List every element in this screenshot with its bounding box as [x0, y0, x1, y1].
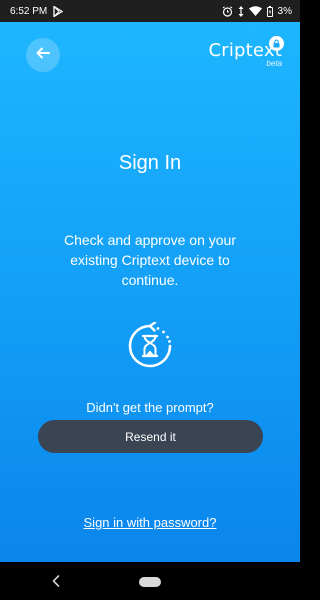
lock-icon	[269, 36, 284, 51]
page-title: Sign In	[118, 152, 182, 174]
prompt-question: Didn't get the prompt?	[86, 400, 214, 415]
battery-icon	[266, 5, 273, 17]
resend-button[interactable]: Resend it	[38, 420, 263, 453]
sign-in-with-password-link[interactable]: Sign in with password?	[0, 515, 300, 530]
wifi-icon	[248, 6, 262, 16]
battery-percent: 3%	[277, 5, 292, 17]
nav-back-icon[interactable]	[52, 574, 60, 592]
data-arrows-icon	[238, 5, 244, 17]
arrow-left-icon	[36, 46, 50, 64]
status-bar-left: 6:52 PM	[10, 5, 64, 17]
nav-home-pill[interactable]	[139, 577, 161, 587]
criptext-logo: Criptext beta	[208, 36, 284, 68]
back-button[interactable]	[26, 38, 60, 72]
navigation-bar	[0, 562, 300, 600]
status-bar-right: 3%	[222, 5, 292, 17]
status-time: 6:52 PM	[10, 5, 48, 17]
instructions-text: Check and approve on your existing Cript…	[64, 232, 236, 288]
alarm-icon	[222, 5, 233, 17]
status-bar: 6:52 PM 3%	[0, 0, 300, 22]
play-store-icon	[53, 5, 64, 17]
hourglass-icon	[126, 321, 174, 370]
sign-in-screen: Criptext beta Sign In Check and approve …	[0, 22, 300, 562]
